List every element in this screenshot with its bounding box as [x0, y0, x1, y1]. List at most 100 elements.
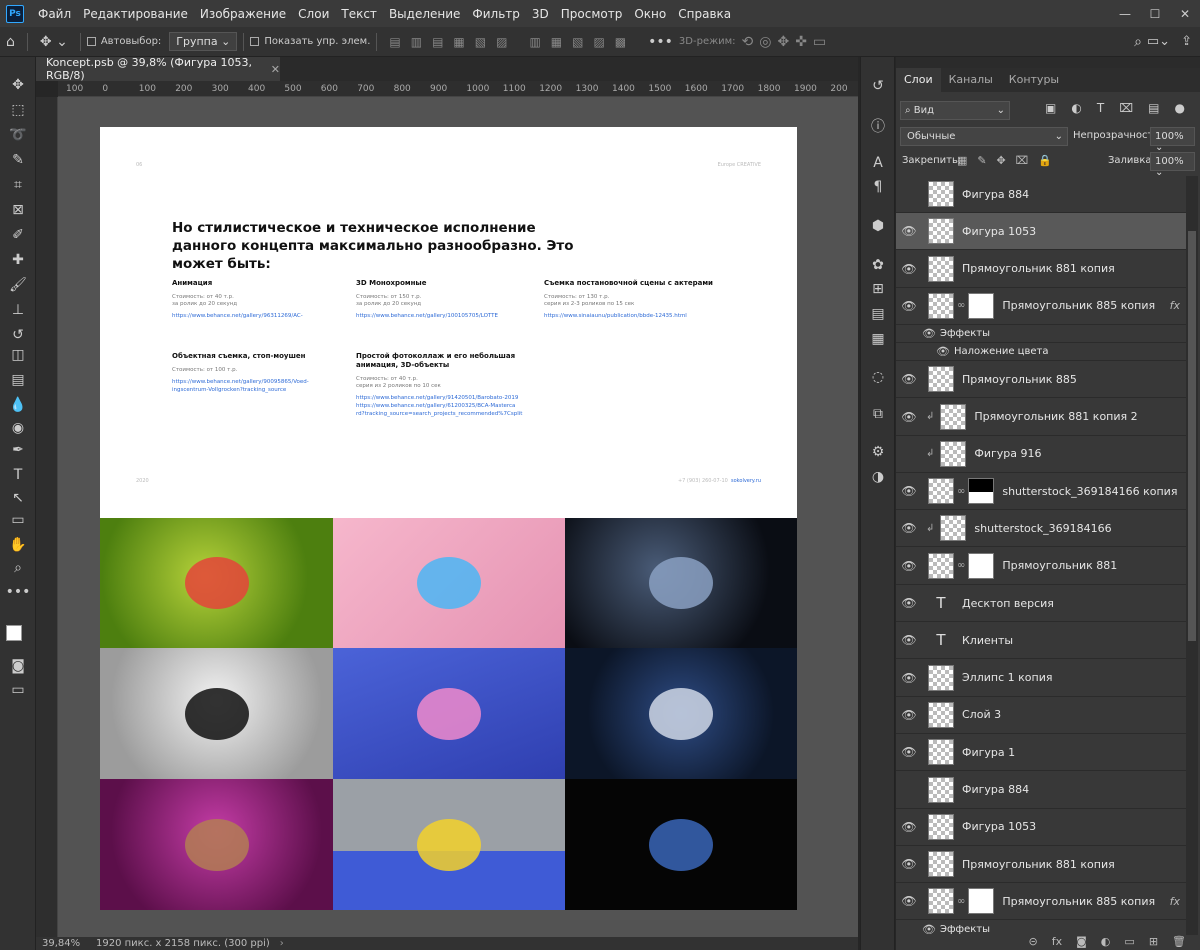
blend-mode-select[interactable]: Обычные ⌄ [900, 127, 1068, 146]
panel-tab[interactable]: Каналы [941, 68, 1001, 92]
maximize-icon[interactable]: ☐ [1140, 7, 1170, 21]
menu-item[interactable]: Файл [32, 7, 77, 21]
opacity-input[interactable]: 100% ⌄ [1150, 127, 1195, 153]
history-brush-icon[interactable]: ↺ [8, 325, 28, 345]
menu-item[interactable]: Окно [628, 7, 672, 21]
light-icon[interactable]: ◌ [869, 368, 887, 386]
distribute-icons[interactable]: ▥▦▧▨▩ [523, 35, 642, 49]
history-icon[interactable]: ↺ [869, 77, 887, 95]
eye-icon[interactable]: 👁 [896, 633, 922, 647]
show-controls-checkbox[interactable]: Показать упр. элем. [250, 36, 370, 47]
smart-filter-icon[interactable]: ▤ [1148, 101, 1159, 120]
menu-item[interactable]: Фильтр [466, 7, 525, 21]
eyedropper-icon[interactable]: ✐ [8, 225, 28, 245]
close-tab-icon[interactable]: ✕ [271, 63, 280, 76]
menu-item[interactable]: Просмотр [555, 7, 629, 21]
eye-icon[interactable]: 👁 [896, 299, 922, 313]
add-mask-icon[interactable]: ◙ [1076, 935, 1087, 950]
eye-icon[interactable]: 👁 [896, 894, 922, 908]
lock-position-icon[interactable]: ✥ [997, 154, 1006, 167]
layer-row[interactable]: 👁 ∞ Прямоугольник 885 копия fx [896, 288, 1186, 325]
layer-row[interactable]: 👁 Фигура 1053 [896, 809, 1186, 846]
3d-icon[interactable]: ⬢ [869, 217, 887, 235]
brush-tool-icon[interactable]: 🖌 [8, 275, 28, 295]
new-layer-icon[interactable]: ⊞ [1149, 935, 1158, 950]
item-link[interactable]: https://www.sinaiaunu/publication/bbde-1… [544, 313, 714, 319]
share-icon[interactable]: ⇪ [1181, 34, 1192, 49]
layer-row[interactable]: 👁 T Клиенты [896, 622, 1186, 660]
shape-filter-icon[interactable]: ⌧ [1119, 101, 1133, 120]
fx-icon[interactable]: fx [1170, 895, 1180, 908]
patterns-icon[interactable]: ▦ [869, 330, 887, 348]
grid-icon[interactable]: ⊞ [869, 280, 887, 298]
layer-row[interactable]: 👁 Фигура 1053 [896, 213, 1186, 251]
eye-icon[interactable]: 👁 [896, 224, 922, 238]
zoom-tool-icon[interactable]: ⌕ [8, 558, 28, 578]
menu-item[interactable]: Выделение [383, 7, 466, 21]
layer-row[interactable]: ↲ Фигура 916 [896, 436, 1186, 473]
item-link[interactable]: ingscentrum-Vollgrocken?tracking_source [172, 387, 342, 393]
layer-row[interactable]: 👁 Наложение цвета [896, 343, 1186, 362]
zoom-level[interactable]: 39,84% [42, 938, 84, 949]
layer-filter-select[interactable]: ⌕ Вид ⌄ [900, 101, 1010, 120]
footer-site[interactable]: sokolvery.ru [731, 478, 761, 484]
stamp-tool-icon[interactable]: ⊥ [8, 300, 28, 320]
eye-icon[interactable]: 👁 [896, 345, 954, 358]
eye-icon[interactable]: 👁 [896, 923, 940, 936]
layer-filter-icons[interactable]: ▣ ◐ T ⌧ ▤ ● [1045, 101, 1185, 120]
item-link[interactable]: https://www.behance.net/gallery/61200325… [356, 403, 526, 409]
link-layers-icon[interactable]: ⊝ [1029, 935, 1038, 950]
layer-row[interactable]: 👁 Прямоугольник 881 копия [896, 846, 1186, 884]
lasso-tool-icon[interactable]: ➰ [8, 125, 28, 145]
layer-row[interactable]: 👁 ∞ Прямоугольник 885 копия fx [896, 883, 1186, 921]
align-icons[interactable]: ▤▥▤▦▧▨ [383, 35, 523, 49]
minimize-icon[interactable]: — [1110, 7, 1140, 21]
layer-row[interactable]: 👁 ↲ shutterstock_369184166 [896, 510, 1186, 548]
screen-mode-icon[interactable]: ▭ [8, 680, 28, 700]
eye-icon[interactable]: 👁 [896, 484, 922, 498]
group-select[interactable]: Группа ⌄ [169, 32, 238, 51]
path-select-icon[interactable]: ↖ [8, 488, 28, 508]
eye-icon[interactable]: 👁 [896, 745, 922, 759]
layer-row[interactable]: 👁 ∞ Прямоугольник 881 [896, 548, 1186, 585]
info-icon[interactable]: ⓘ [869, 117, 887, 135]
item-link[interactable]: https://www.behance.net/gallery/96311269… [172, 313, 342, 319]
layer-row[interactable]: 👁 Прямоугольник 885 [896, 361, 1186, 399]
layer-row[interactable]: 👁 T Десктоп версия [896, 585, 1186, 622]
eye-icon[interactable]: 👁 [896, 820, 922, 834]
lock-pixels-icon[interactable]: ▦ [957, 154, 967, 167]
swatches-icon[interactable]: ✿ [869, 256, 887, 274]
lock-all-icon[interactable]: 🔒 [1038, 154, 1052, 167]
shape-tool-icon[interactable]: ▭ [8, 510, 28, 530]
menu-item[interactable]: 3D [526, 7, 555, 21]
eye-icon[interactable]: 👁 [896, 857, 922, 871]
menu-item[interactable]: Редактирование [77, 7, 194, 21]
lock-artboard-icon[interactable]: ⌧ [1016, 154, 1029, 167]
paragraph-icon[interactable]: ¶ [869, 178, 887, 196]
quick-select-icon[interactable]: ✎ [8, 150, 28, 170]
adjustments-icon[interactable]: ◑ [869, 468, 887, 486]
3d-tools-icons[interactable]: ⟲◎✥✜▭ [736, 34, 839, 50]
eye-icon[interactable]: 👁 [896, 559, 922, 573]
layer-row[interactable]: Фигура 884 [896, 772, 1186, 809]
item-link[interactable]: rd?tracking_source=search_projects_recom… [356, 411, 526, 417]
image-filter-icon[interactable]: ▣ [1045, 101, 1056, 120]
fill-input[interactable]: 100% ⌄ [1150, 152, 1195, 178]
adjust-filter-icon[interactable]: ◐ [1071, 101, 1081, 120]
menu-item[interactable]: Слои [292, 7, 335, 21]
workspace-icon[interactable]: ▭⌄ [1147, 34, 1170, 49]
item-link[interactable]: https://www.behance.net/gallery/10010570… [356, 313, 526, 319]
adjustment-icon[interactable]: ◐ [1101, 935, 1111, 950]
home-icon[interactable]: ⌂ [0, 34, 21, 50]
dodge-tool-icon[interactable]: ◉ [8, 418, 28, 438]
filter-toggle-icon[interactable]: ● [1175, 101, 1185, 120]
panel-tab[interactable]: Слои [896, 68, 941, 92]
eye-icon[interactable]: 👁 [896, 596, 922, 610]
eye-icon[interactable]: 👁 [896, 372, 922, 386]
lock-paint-icon[interactable]: ✎ [977, 154, 986, 167]
blur-tool-icon[interactable]: 💧 [8, 395, 28, 415]
lock-icons[interactable]: ▦ ✎ ✥ ⌧ 🔒 [957, 154, 1052, 167]
fx-icon[interactable]: fx [1052, 935, 1062, 950]
menu-item[interactable]: Текст [335, 7, 383, 21]
hand-tool-icon[interactable]: ✋ [8, 535, 28, 555]
